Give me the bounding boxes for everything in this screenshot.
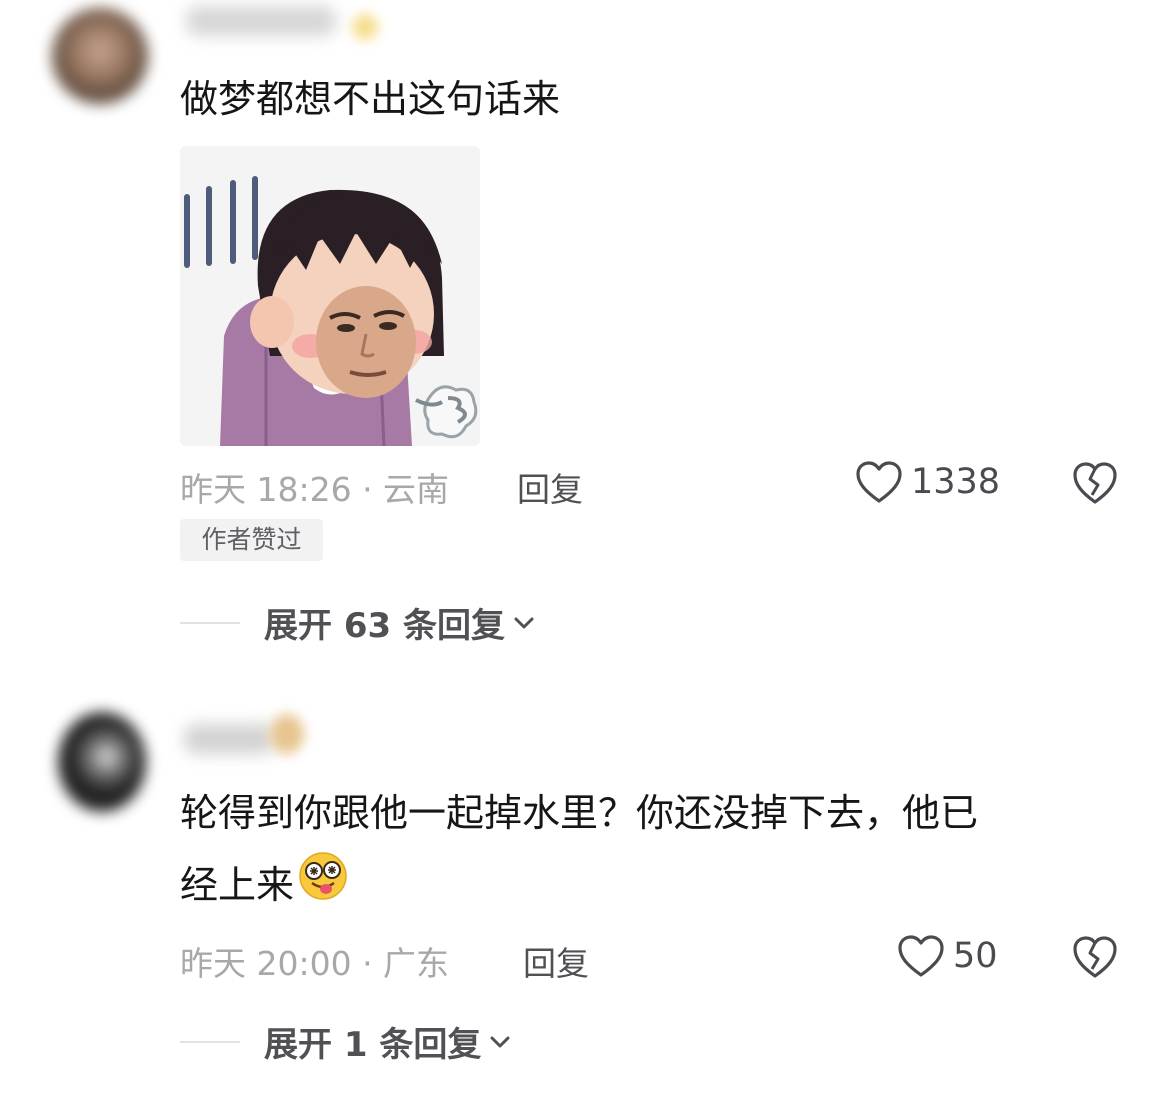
expand-divider bbox=[180, 621, 240, 624]
broken-heart-icon bbox=[1073, 936, 1117, 978]
reply-button[interactable]: 回复 bbox=[523, 937, 589, 985]
expand-replies-button[interactable]: 展开 63 条回复 bbox=[180, 598, 537, 647]
username[interactable] bbox=[186, 6, 336, 36]
comment-text-tail: 经上来 bbox=[180, 863, 295, 907]
broken-heart-icon bbox=[1073, 462, 1117, 504]
comment-text-line: 轮得到你跟他一起掉水里？你还没掉下去，他已 bbox=[180, 791, 979, 835]
user-level-badge bbox=[270, 714, 304, 754]
dislike-button[interactable] bbox=[1072, 461, 1118, 509]
sticker-image[interactable] bbox=[180, 146, 480, 446]
like-button[interactable]: 1338 bbox=[855, 460, 1000, 504]
reply-button[interactable]: 回复 bbox=[517, 463, 583, 511]
avatar[interactable] bbox=[52, 8, 148, 104]
chevron-down-icon bbox=[514, 617, 534, 628]
author-liked-badge: 作者赞过 bbox=[180, 519, 323, 561]
username[interactable] bbox=[184, 724, 274, 754]
dislike-button[interactable] bbox=[1072, 935, 1118, 983]
avatar[interactable] bbox=[58, 712, 146, 812]
meme-sticker-illustration bbox=[180, 146, 480, 446]
comment-text-line: 经上来 bbox=[180, 848, 348, 925]
dizzy-tongue-face-emoji bbox=[298, 851, 348, 925]
heart-outline-icon bbox=[856, 461, 902, 503]
like-button[interactable]: 50 bbox=[897, 934, 998, 978]
chevron-down-icon bbox=[490, 1036, 510, 1047]
heart-outline-icon bbox=[898, 935, 944, 977]
comment-text: 做梦都想不出这句话来 bbox=[180, 77, 561, 121]
expand-replies-label: 展开 63 条回复 bbox=[264, 606, 505, 646]
like-count: 50 bbox=[953, 936, 998, 976]
like-count: 1338 bbox=[911, 462, 1001, 502]
comment-time-location: 昨天 20:00 · 广东 bbox=[180, 944, 450, 983]
expand-replies-label: 展开 1 条回复 bbox=[264, 1025, 482, 1065]
comment-time-location: 昨天 18:26 · 云南 bbox=[180, 470, 450, 509]
user-level-badge bbox=[352, 14, 378, 40]
expand-divider bbox=[180, 1040, 240, 1043]
expand-replies-button[interactable]: 展开 1 条回复 bbox=[180, 1017, 513, 1066]
